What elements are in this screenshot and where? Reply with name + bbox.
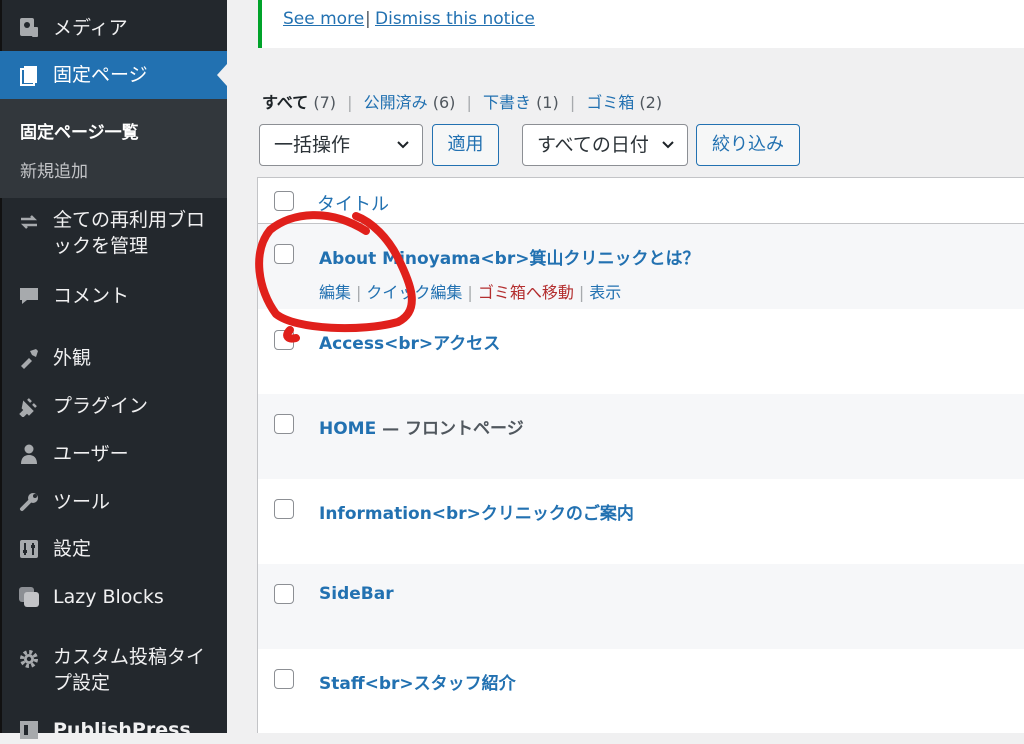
menu-reusable-blocks[interactable]: 全ての再利用ブロ ックを管理 [0, 208, 227, 262]
trash-link[interactable]: ゴミ箱へ移動 [478, 283, 574, 302]
view-trash-count: (2) [639, 93, 663, 112]
quick-edit-link[interactable]: クイック編集 [366, 283, 462, 302]
action-separator: | [578, 283, 585, 302]
view-separator: | [569, 93, 576, 112]
menu-publishpress[interactable]: PublishPress [0, 716, 227, 744]
chevron-down-icon [661, 125, 675, 181]
edit-link[interactable]: 編集 [319, 283, 351, 302]
bulk-action-select[interactable]: 一括操作 [259, 124, 423, 166]
chevron-down-icon [396, 125, 410, 181]
row-title-link[interactable]: SideBar [319, 584, 394, 604]
row-checkbox[interactable] [274, 244, 294, 264]
reusable-blocks-icon [17, 210, 41, 234]
view-trash[interactable]: ゴミ箱 [586, 93, 634, 112]
menu-cpt-label-2: プ設定 [53, 672, 111, 694]
menu-comments-label: コメント [53, 285, 130, 307]
plugins-icon [17, 394, 41, 418]
view-filters: すべて (7) | 公開済み (6) | 下書き (1) | ゴミ箱 (2) [262, 89, 662, 113]
menu-users-label: ユーザー [53, 443, 129, 465]
menu-lazy-blocks-label: Lazy Blocks [53, 586, 164, 608]
menu-tools[interactable]: ツール [0, 488, 227, 516]
column-title[interactable]: タイトル [317, 190, 389, 216]
menu-cpt-label-1: カスタム投稿タイ [53, 646, 206, 668]
menu-plugins-label: プラグイン [53, 395, 149, 417]
row-title-link[interactable]: About Minoyama<br>箕山クリニックとは？ [319, 244, 699, 269]
menu-reusable-label-2: ックを管理 [53, 235, 149, 257]
row-actions: 編集 | クイック編集 | ゴミ箱へ移動 | 表示 [319, 279, 621, 303]
submenu-add-new[interactable]: 新規追加 [20, 157, 88, 182]
row-title-link[interactable]: Access<br>アクセス [319, 329, 500, 354]
view-draft-count: (1) [536, 93, 559, 112]
row-title-link[interactable]: Information<br>クリニックのご案内 [319, 499, 634, 524]
menu-custom-post-types[interactable]: カスタム投稿タイ プ設定 [0, 645, 227, 699]
table-row: Information<br>クリニックのご案内 [258, 479, 1024, 564]
date-filter-value: すべての日付 [537, 134, 649, 156]
bulk-action-value: 一括操作 [274, 134, 351, 156]
menu-media[interactable]: メディア [0, 14, 227, 42]
view-draft[interactable]: 下書き [483, 93, 531, 112]
view-published[interactable]: 公開済み [364, 93, 428, 112]
menu-users[interactable]: ユーザー [0, 440, 227, 468]
view-all-count: (7) [313, 93, 337, 112]
date-filter-select[interactable]: すべての日付 [522, 124, 688, 166]
appearance-icon [17, 346, 41, 370]
table-row: HOME — フロントページ [258, 394, 1024, 479]
dismiss-notice-link[interactable]: Dismiss this notice [375, 9, 535, 29]
table-header: タイトル [258, 178, 1024, 224]
row-title-link[interactable]: HOME — フロントページ [319, 414, 524, 439]
view-separator: | [466, 93, 472, 112]
view-link[interactable]: 表示 [589, 283, 621, 302]
row-title-text[interactable]: HOME [319, 419, 376, 439]
table-row: Staff<br>スタッフ紹介 [258, 649, 1024, 734]
menu-tools-label: ツール [53, 491, 111, 513]
users-icon [17, 442, 41, 466]
menu-media-label: メディア [53, 17, 128, 39]
pages-icon [17, 63, 41, 87]
post-state: — フロントページ [376, 419, 524, 439]
publishpress-icon [17, 718, 41, 742]
pages-table: タイトル About Minoyama<br>箕山クリニックとは？ 編集 | クイッ… [257, 177, 1024, 733]
menu-pages-label: 固定ページ [53, 64, 148, 86]
admin-sidebar: メディア 固定ページ 固定ページ一覧 新規追加 全ての再利用ブロ ックを管理 コ… [0, 0, 227, 741]
menu-pages[interactable]: 固定ページ [0, 51, 227, 99]
tools-icon [17, 490, 41, 514]
filter-button[interactable]: 絞り込み [696, 124, 800, 166]
menu-appearance[interactable]: 外観 [0, 344, 227, 372]
settings-icon [17, 537, 41, 561]
media-icon [17, 16, 41, 40]
row-checkbox[interactable] [274, 414, 294, 434]
apply-button[interactable]: 適用 [432, 124, 499, 166]
view-separator: | [347, 93, 353, 112]
row-checkbox[interactable] [274, 584, 294, 604]
menu-lazy-blocks[interactable]: Lazy Blocks [0, 583, 227, 611]
menu-settings[interactable]: 設定 [0, 535, 227, 563]
select-all-checkbox[interactable] [274, 191, 294, 211]
see-more-link[interactable]: See more [283, 9, 364, 29]
view-all[interactable]: すべて [262, 93, 308, 112]
submenu-all-pages[interactable]: 固定ページ一覧 [20, 118, 139, 143]
notice-separator: | [365, 9, 371, 29]
row-title-link[interactable]: Staff<br>スタッフ紹介 [319, 669, 516, 694]
menu-plugins[interactable]: プラグイン [0, 392, 227, 420]
menu-publishpress-label: PublishPress [53, 719, 191, 741]
table-row: Access<br>アクセス [258, 309, 1024, 394]
menu-appearance-label: 外観 [53, 347, 92, 369]
admin-notice: See more | Dismiss this notice [258, 0, 1024, 48]
table-row: About Minoyama<br>箕山クリニックとは？ 編集 | クイック編集 | ゴ… [258, 224, 1024, 309]
comments-icon [17, 284, 41, 308]
action-separator: | [356, 283, 362, 302]
pages-submenu: 固定ページ一覧 新規追加 [0, 99, 227, 198]
row-checkbox[interactable] [274, 499, 294, 519]
lazy-blocks-icon [17, 585, 41, 609]
table-row: SideBar [258, 564, 1024, 649]
menu-settings-label: 設定 [53, 538, 92, 560]
row-checkbox[interactable] [274, 330, 294, 350]
view-published-count: (6) [432, 93, 456, 112]
menu-comments[interactable]: コメント [0, 282, 227, 310]
gear-icon [17, 647, 41, 671]
menu-reusable-label-1: 全ての再利用ブロ [53, 209, 206, 231]
row-checkbox[interactable] [274, 669, 294, 689]
action-separator: | [467, 283, 473, 302]
